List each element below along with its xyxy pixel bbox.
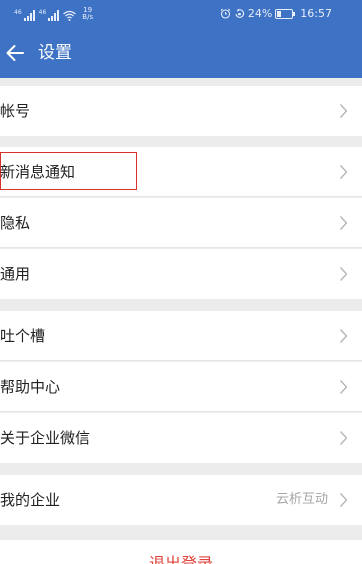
chevron-right-icon [340,165,348,179]
settings-item-label: 帐号 [0,102,31,120]
settings-item-label: 通用 [0,265,31,283]
settings-item-help[interactable]: 帮助中心 [0,362,362,412]
signal-tag: 46 [38,9,47,16]
signal-tag: 46 [14,9,22,16]
signal-icon: 46 [39,10,60,21]
alarm-icon [220,8,231,19]
status-left: 46 46 19 B/s [14,7,93,21]
settings-item-notifications[interactable]: 新消息通知 [0,147,362,197]
rotation-lock-icon [235,8,244,18]
chevron-right-icon [340,104,348,118]
chevron-right-icon [340,267,348,281]
chevron-right-icon [340,431,348,445]
settings-item-label: 隐私 [0,214,31,232]
chevron-right-icon [340,216,348,230]
status-bar: 46 46 19 B/s 24% 16:57 [0,0,362,28]
settings-item-my-company[interactable]: 我的企业 云析互动 [0,475,362,525]
app-header: 设置 [0,28,362,78]
logout-label: 退出登录 [148,554,213,564]
wifi-icon [63,10,77,21]
settings-item-feedback[interactable]: 吐个槽 [0,311,362,361]
settings-item-label: 帮助中心 [0,378,61,396]
signal-icon: 46 [14,10,35,21]
settings-item-label: 新消息通知 [0,163,76,181]
battery-icon [275,8,296,19]
settings-item-about[interactable]: 关于企业微信 [0,413,362,463]
chevron-right-icon [340,329,348,343]
battery-percent: 24% [247,7,273,20]
back-arrow-icon[interactable] [4,41,26,65]
net-speed: 19 B/s [82,7,93,21]
logout-button[interactable]: 退出登录 [0,540,362,564]
page-title: 设置 [38,43,72,63]
settings-screen: 46 46 19 B/s 24% 16:57 设置 帐号 新消息通知 隐私 通用… [0,0,362,564]
company-name: 云析互动 [275,492,328,507]
net-speed-unit: B/s [82,13,94,21]
settings-item-privacy[interactable]: 隐私 [0,198,362,248]
settings-item-account[interactable]: 帐号 [0,86,362,136]
settings-item-label: 吐个槽 [0,327,46,345]
settings-item-label: 关于企业微信 [0,429,91,447]
chevron-right-icon [340,493,348,507]
status-right: 24% 16:57 [220,7,332,20]
status-time: 16:57 [300,7,332,20]
chevron-right-icon [340,380,348,394]
settings-item-label: 我的企业 [0,491,61,509]
settings-item-general[interactable]: 通用 [0,249,362,299]
